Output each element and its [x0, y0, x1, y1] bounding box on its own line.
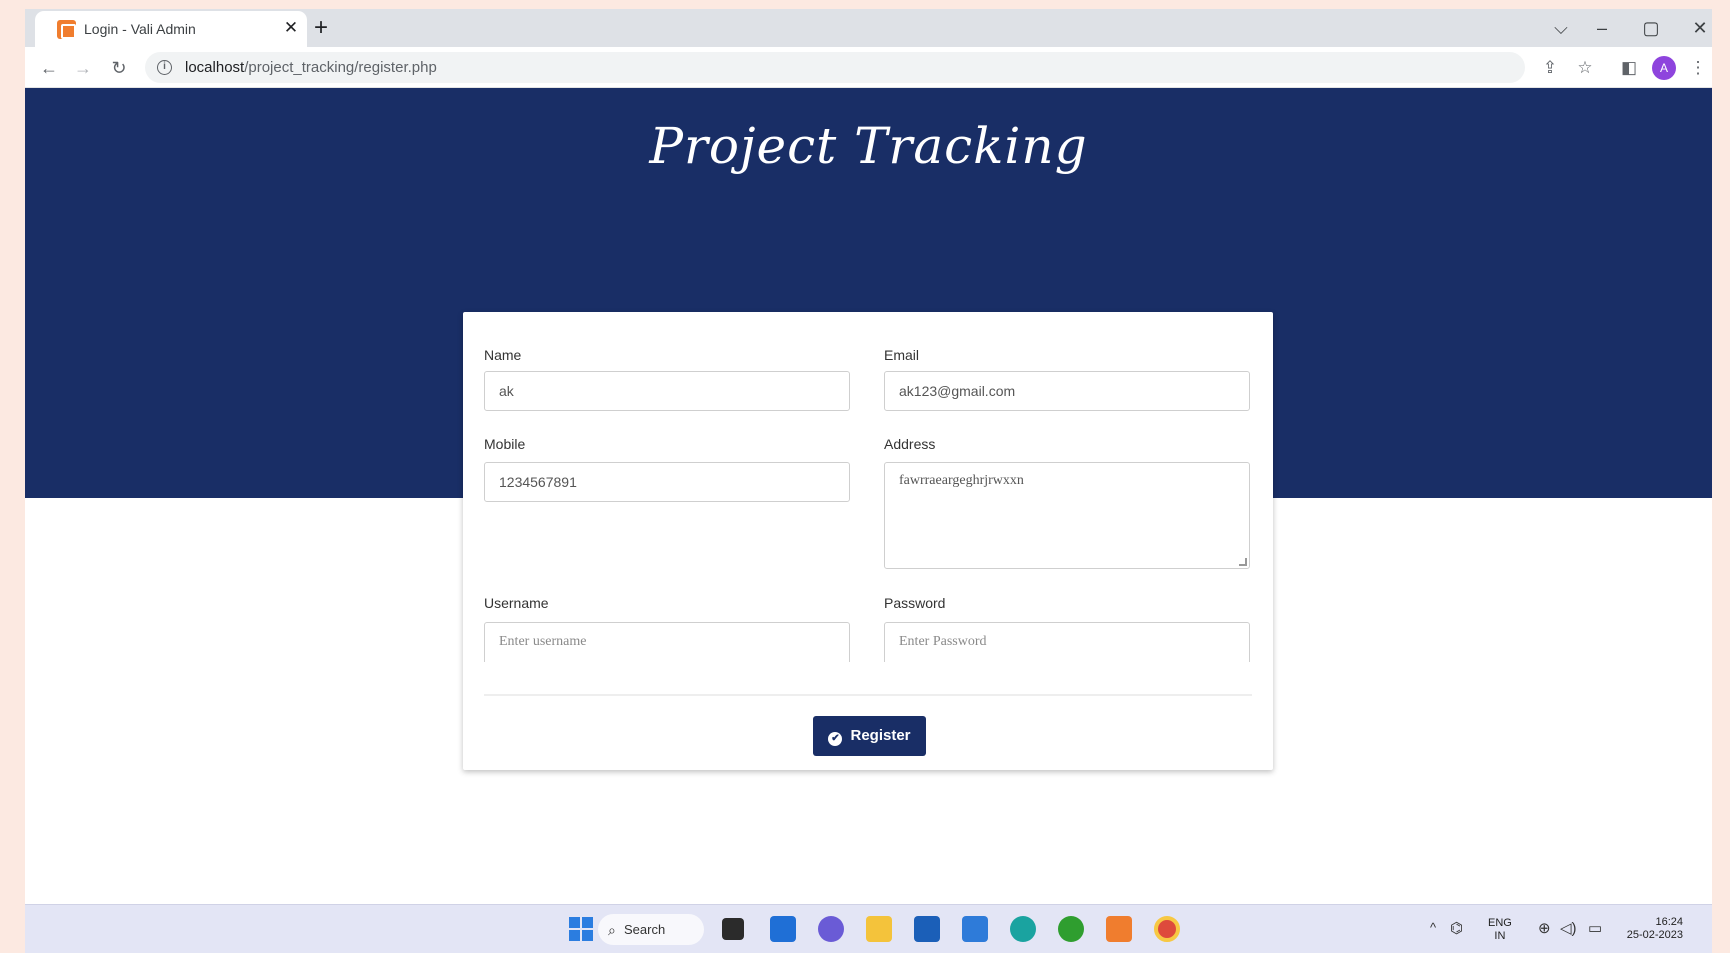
username-input[interactable]: Enter username	[484, 622, 850, 662]
file-explorer-icon[interactable]	[866, 916, 892, 942]
bookmark-star-icon[interactable]: ☆	[1573, 56, 1597, 80]
search-label: Search	[624, 922, 666, 937]
address-label: Address	[884, 436, 936, 452]
password-label: Password	[884, 595, 946, 611]
tab-title: Login - Vali Admin	[84, 21, 196, 37]
side-panel-icon[interactable]: ◧	[1617, 56, 1641, 80]
task-view-icon[interactable]	[722, 918, 744, 940]
screen: Login - Vali Admin ✕ + ⌵ – ▢ ✕ ← → ↻ i l…	[25, 9, 1712, 953]
edge-icon[interactable]	[1010, 916, 1036, 942]
address-value: fawrraeargeghrjrwxxn	[899, 473, 1024, 488]
url-host: localhost	[185, 59, 245, 76]
url-text: localhost/project_tracking/register.php	[185, 59, 437, 76]
address-bar[interactable]: i localhost/project_tracking/register.ph…	[145, 52, 1525, 83]
start-windows-icon[interactable]	[568, 916, 594, 942]
maximize-button[interactable]: ▢	[1635, 13, 1667, 43]
forward-icon[interactable]: →	[71, 56, 95, 80]
browser-tab[interactable]: Login - Vali Admin ✕	[35, 11, 307, 47]
menu-kebab-icon[interactable]: ⋮	[1686, 56, 1710, 80]
share-icon[interactable]: ⇪	[1538, 56, 1562, 80]
volume-icon[interactable]: ◁)	[1560, 919, 1577, 937]
search-icon: ⌕	[608, 922, 616, 938]
lang-top: ENG	[1488, 917, 1512, 929]
password-input-clip: Enter Password	[884, 622, 1252, 662]
profile-avatar[interactable]: A	[1652, 56, 1676, 80]
register-form-card: Name ak Email ak123@gmail.com Mobile 123…	[463, 312, 1273, 770]
name-input[interactable]: ak	[484, 371, 850, 411]
chrome-icon[interactable]	[1154, 916, 1180, 942]
email-label: Email	[884, 347, 920, 363]
check-circle-icon: ✔	[828, 732, 843, 746]
close-window-button[interactable]: ✕	[1684, 13, 1712, 43]
tray-app-icon[interactable]: ⌬	[1450, 919, 1463, 937]
xbox-icon[interactable]	[1058, 916, 1084, 942]
site-info-icon[interactable]: i	[157, 60, 172, 75]
tab-favicon-icon	[57, 20, 76, 39]
name-label: Name	[484, 347, 522, 363]
password-input[interactable]: Enter Password	[884, 622, 1250, 662]
chat-icon[interactable]	[818, 916, 844, 942]
mobile-input[interactable]: 1234567891	[484, 462, 850, 502]
xampp-icon[interactable]	[1106, 916, 1132, 942]
reload-icon[interactable]: ↻	[107, 56, 131, 80]
language-indicator[interactable]: ENG IN	[1488, 917, 1512, 943]
taskbar-search[interactable]: ⌕ Search	[598, 914, 704, 945]
widgets-icon[interactable]	[770, 916, 796, 942]
tray-chevron-icon[interactable]: ^	[1430, 920, 1436, 935]
network-icon[interactable]: ⊕	[1538, 919, 1551, 937]
browser-toolbar: ← → ↻ i localhost/project_tracking/regis…	[25, 47, 1712, 88]
address-textarea[interactable]: fawrraeargeghrjrwxxn	[884, 462, 1250, 569]
windows-taskbar: ⌕ Search ^ ⌬ ENG IN ⊕ ◁) ▭ 16:24 25-02-202…	[25, 904, 1712, 953]
app-l-icon[interactable]	[962, 916, 988, 942]
mobile-label: Mobile	[484, 436, 526, 452]
tab-close-icon[interactable]: ✕	[281, 18, 301, 38]
battery-icon[interactable]: ▭	[1588, 919, 1602, 937]
store-icon[interactable]	[914, 916, 940, 942]
url-path: /project_tracking/register.php	[244, 59, 437, 76]
lang-bottom: IN	[1494, 930, 1506, 942]
clock[interactable]: 16:24 25-02-2023	[1617, 916, 1683, 942]
register-label: Register	[850, 727, 911, 744]
resize-grip-icon[interactable]	[1239, 558, 1247, 566]
page-title: Project Tracking	[649, 117, 1088, 175]
back-icon[interactable]: ←	[37, 56, 61, 80]
username-input-clip: Enter username	[484, 622, 852, 662]
browser-tab-bar: Login - Vali Admin ✕ + ⌵ – ▢ ✕	[25, 9, 1712, 47]
clock-date: 25-02-2023	[1626, 929, 1683, 941]
register-button[interactable]: ✔ Register	[813, 716, 926, 756]
username-label: Username	[484, 595, 549, 611]
form-divider	[484, 694, 1252, 696]
minimize-button[interactable]: –	[1586, 13, 1618, 43]
tab-list-icon[interactable]: ⌵	[1545, 13, 1577, 43]
clock-time: 16:24	[1655, 916, 1683, 928]
new-tab-button[interactable]: +	[308, 15, 334, 41]
email-input[interactable]: ak123@gmail.com	[884, 371, 1250, 411]
